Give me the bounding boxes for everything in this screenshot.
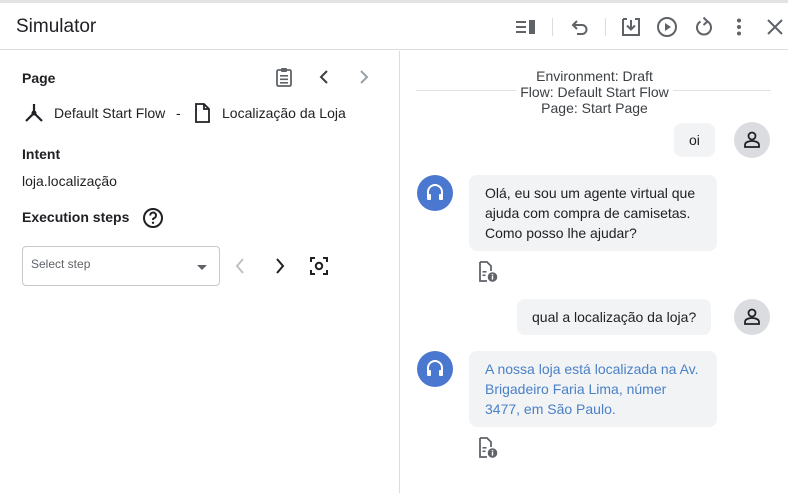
intent-value: loja.localização [22,173,117,189]
user-message: oi [674,123,715,157]
page-details-panel: Page Default Start Flow - Localização da… [0,51,400,493]
previous-step-icon[interactable] [229,255,251,277]
response-info-icon[interactable] [477,437,499,459]
page-document-icon [191,102,213,124]
execution-steps-label: Execution steps [22,209,130,225]
more-vert-icon[interactable] [727,15,751,39]
page-name[interactable]: Localização da Loja [222,105,346,121]
next-step-icon[interactable] [269,255,291,277]
chevron-down-icon [197,265,207,270]
user-avatar-icon [734,299,770,335]
user-message: qual a localização da loja? [517,299,712,335]
help-icon[interactable] [141,206,165,230]
previous-page-icon[interactable] [313,66,335,88]
focus-step-icon[interactable] [308,255,330,277]
agent-message[interactable]: A nossa loja está localizada na Av. Brig… [469,351,717,427]
flow-icon [23,102,45,124]
undo-icon[interactable] [567,15,591,39]
play-icon[interactable] [655,15,679,39]
select-step-placeholder: Select step [31,257,91,271]
page-label: Page: Start Page [541,100,648,116]
flow-label-row: Flow: Default Start Flow [401,84,788,100]
response-info-icon[interactable] [477,261,499,283]
view-list-icon[interactable] [514,15,538,39]
agent-avatar-icon [417,351,453,387]
user-avatar-icon [734,122,770,158]
conversation-panel: Environment: Draft Flow: Default Start F… [401,51,788,493]
clipboard-icon[interactable] [273,66,295,88]
intent-label: Intent [22,146,61,162]
header-divider [552,18,553,36]
simulator-title: Simulator [16,16,97,37]
breadcrumb-separator: - [176,105,181,121]
reset-icon[interactable] [692,15,716,39]
flow-name[interactable]: Default Start Flow [54,105,165,121]
simulator-header: Simulator [0,3,788,50]
close-icon[interactable] [763,15,787,39]
flow-label: Flow: Default Start Flow [516,84,673,100]
agent-message: Olá, eu sou um agente virtual que ajuda … [469,175,717,251]
header-divider [605,18,606,36]
agent-avatar-icon [417,175,453,211]
page-label: Page [22,70,56,86]
environment-label: Environment: Draft [536,68,653,84]
select-step-dropdown[interactable]: Select step [22,246,220,286]
download-icon[interactable] [619,15,643,39]
next-page-icon[interactable] [353,66,375,88]
